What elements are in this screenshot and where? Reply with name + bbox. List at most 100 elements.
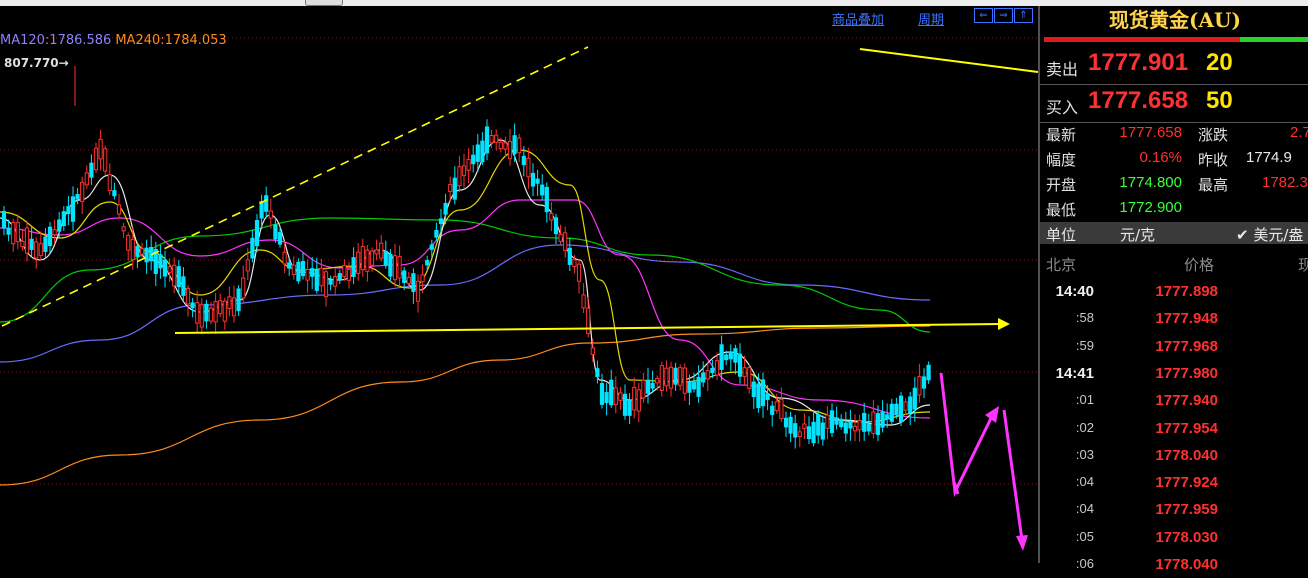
candle-body: [374, 249, 379, 255]
candle-body: [609, 379, 614, 406]
candle-body: [61, 211, 66, 227]
candle-body: [420, 274, 425, 283]
ma20-line: [0, 199, 931, 419]
candle-body: [429, 244, 434, 250]
candle-body: [806, 426, 812, 440]
tick-time: :05: [1075, 528, 1094, 544]
candle-body: [576, 263, 582, 282]
candle-body: [112, 190, 117, 197]
candle-body: [567, 247, 572, 265]
candle-body: [604, 392, 609, 404]
candle-body: [563, 232, 568, 251]
ma60-line: [0, 217, 931, 333]
candle-body: [98, 138, 103, 160]
open-value: 1774.800: [1119, 174, 1182, 191]
candle-body: [480, 140, 485, 163]
candle-body: [521, 155, 526, 166]
sell-label: 卖出: [1046, 60, 1079, 79]
tick-time: :59: [1075, 337, 1094, 353]
candle-body: [52, 229, 57, 236]
candle-body: [503, 142, 508, 150]
candle-body: [319, 267, 324, 287]
candle-body: [176, 266, 181, 288]
sell-quote-row[interactable]: 卖出 1777.901 20: [1040, 46, 1308, 85]
candle-body: [494, 134, 499, 143]
candle-body: [636, 389, 641, 412]
overlay-commodity-link[interactable]: 商品叠加: [832, 9, 884, 28]
candle-body: [190, 302, 195, 309]
ma-legend: MA120:1786.586 MA240:1784.053: [0, 33, 227, 48]
chart-high-label: 807.770→: [4, 56, 69, 70]
tick-row: :02 1777.954: [1040, 415, 1308, 442]
nav-up-button[interactable]: ⇑: [1014, 8, 1033, 23]
candle-body: [618, 392, 623, 401]
candle-body: [839, 418, 844, 428]
candle-body: [310, 268, 315, 277]
candle-body: [434, 229, 439, 238]
prev-close-label: 昨收: [1198, 151, 1229, 169]
candle-body: [29, 238, 34, 250]
high-value: 1782.3: [1262, 174, 1308, 191]
candle-body: [599, 383, 605, 405]
candle-body: [719, 344, 724, 370]
candle-body: [323, 271, 329, 298]
tick-price: 1777.959: [1155, 501, 1218, 519]
candle-body: [254, 220, 260, 247]
forecast-arrow-down: [1002, 409, 1024, 541]
unit-value: 元/克: [1120, 226, 1156, 244]
candle-body: [84, 172, 89, 186]
candle-body: [406, 276, 411, 284]
candle-body: [655, 378, 660, 384]
candle-body: [236, 288, 241, 312]
candle-body: [162, 259, 168, 277]
candle-body: [926, 364, 931, 381]
buy-quote-row[interactable]: 买入 1777.658 50: [1040, 84, 1308, 123]
candle-body: [862, 412, 867, 432]
tick-row: :01 1777.940: [1040, 387, 1308, 414]
candle-body: [231, 297, 237, 317]
ticks-time-header: 北京: [1046, 256, 1077, 274]
upper-trendline: [859, 48, 1038, 73]
candle-body: [452, 177, 457, 200]
unit-usd-toggle[interactable]: ✔ 美元/盎: [1236, 224, 1303, 245]
candle-body: [710, 367, 715, 374]
buy-volume: 50: [1206, 87, 1233, 114]
candle-body: [811, 421, 816, 444]
candle-body: [103, 148, 108, 172]
tick-row: :06 1778.040: [1040, 551, 1308, 578]
candle-body: [751, 381, 756, 398]
unit-label: 单位: [1046, 226, 1077, 244]
candle-body: [291, 264, 296, 276]
ma240-value: MA240:1784.053: [115, 33, 227, 48]
candle-body: [342, 264, 347, 278]
candle-body: [696, 376, 701, 397]
candle-body: [75, 194, 80, 200]
candle-body: [770, 405, 775, 415]
ma240-line: [0, 325, 931, 486]
candle-body: [47, 226, 53, 247]
buy-price: 1777.658: [1088, 87, 1189, 114]
candle-body: [130, 238, 135, 261]
low-value: 1772.900: [1119, 199, 1182, 216]
candle-body: [489, 135, 494, 144]
candle-body: [848, 421, 853, 429]
nav-right-button[interactable]: ⇒: [994, 8, 1013, 23]
candle-body: [222, 300, 227, 322]
tick-time: :04: [1075, 501, 1094, 517]
candle-body: [530, 172, 536, 187]
candle-body: [24, 227, 30, 254]
candle-body: [135, 245, 140, 257]
candlestick-chart[interactable]: 商品叠加 周期 ⇐ ⇒ ⇑ MA120:1786.586 MA240:1784.0…: [0, 6, 1038, 563]
candle-body: [673, 367, 678, 385]
candle-body: [6, 227, 11, 235]
candle-body: [351, 257, 356, 277]
nav-left-button[interactable]: ⇐: [974, 8, 993, 23]
candle-body: [517, 137, 522, 154]
candle-body: [535, 178, 540, 184]
candle-body: [632, 386, 637, 411]
candle-body: [379, 242, 384, 259]
period-link[interactable]: 周期: [918, 9, 944, 28]
tick-time: 14:40: [1055, 283, 1094, 300]
buy-label: 买入: [1046, 98, 1079, 117]
tick-price: 1777.924: [1155, 474, 1218, 492]
